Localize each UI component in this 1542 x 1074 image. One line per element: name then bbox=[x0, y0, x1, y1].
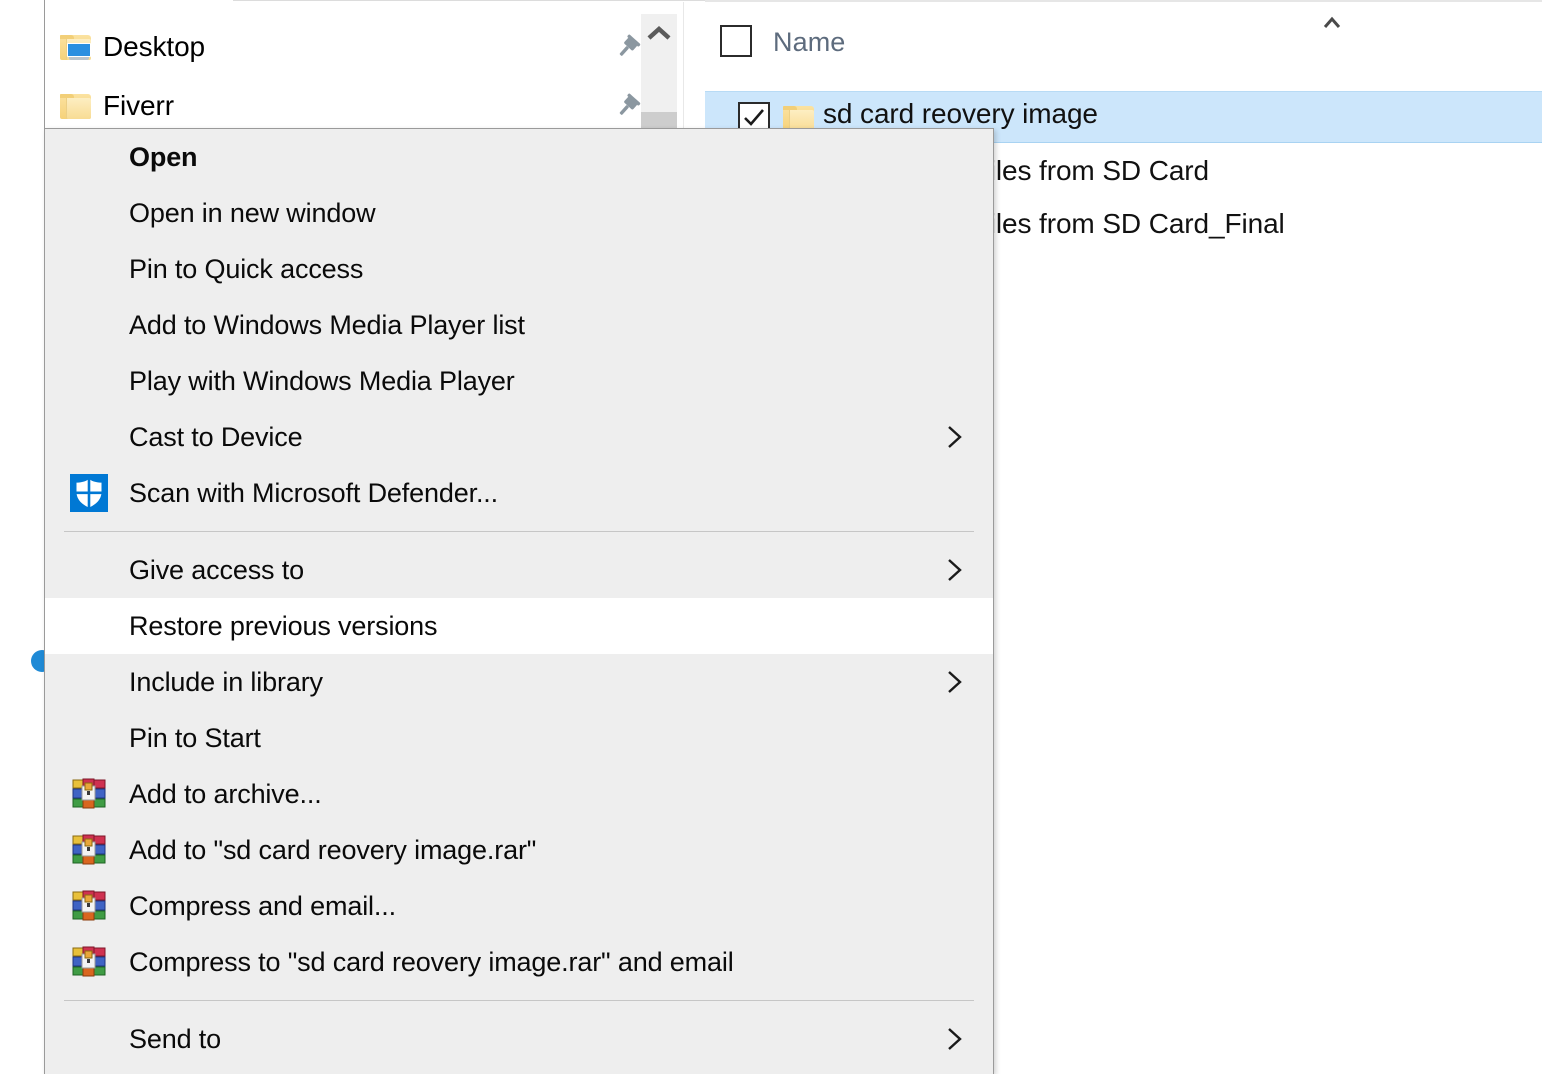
menu-item-label: Add to "sd card reovery image.rar" bbox=[129, 834, 537, 865]
context-menu: Open Open in new window Pin to Quick acc… bbox=[44, 128, 994, 1074]
menu-separator bbox=[64, 1000, 974, 1001]
sort-ascending-icon bbox=[1315, 10, 1349, 34]
menu-item-play-with-windows-media-player[interactable]: Play with Windows Media Player bbox=[45, 353, 993, 409]
column-header-row: Name bbox=[705, 2, 1542, 65]
select-all-checkbox[interactable] bbox=[720, 25, 752, 57]
column-header-name[interactable]: Name bbox=[773, 27, 845, 58]
sidebar-item-desktop[interactable]: Desktop bbox=[0, 19, 690, 75]
menu-item-include-in-library[interactable]: Include in library bbox=[45, 654, 993, 710]
menu-item-label: Add to archive... bbox=[129, 778, 322, 809]
menu-item-label: Include in library bbox=[129, 666, 323, 697]
scrollbar-thumb[interactable] bbox=[641, 112, 677, 128]
menu-item-cast-to-device[interactable]: Cast to Device bbox=[45, 409, 993, 465]
menu-item-pin-to-start[interactable]: Pin to Start bbox=[45, 710, 993, 766]
sidebar-item-label: Fiverr bbox=[103, 90, 174, 121]
menu-separator bbox=[64, 531, 974, 532]
menu-item-label: Pin to Start bbox=[129, 722, 261, 753]
chevron-right-icon bbox=[939, 555, 969, 585]
menu-item-give-access-to[interactable]: Give access to bbox=[45, 542, 993, 598]
menu-item-send-to[interactable]: Send to bbox=[45, 1011, 993, 1067]
menu-item-label: Play with Windows Media Player bbox=[129, 365, 515, 396]
pane-divider bbox=[683, 2, 684, 130]
menu-item-add-to-named-archive[interactable]: Add to "sd card reovery image.rar" bbox=[45, 822, 993, 878]
winrar-icon bbox=[69, 886, 109, 926]
file-name-label: sd card reovery image bbox=[823, 98, 1098, 129]
chevron-right-icon bbox=[939, 667, 969, 697]
winrar-icon bbox=[69, 774, 109, 814]
menu-item-compress-and-email[interactable]: Compress and email... bbox=[45, 878, 993, 934]
sidebar-item-label: Desktop bbox=[103, 31, 206, 62]
menu-item-label: Scan with Microsoft Defender... bbox=[129, 477, 499, 508]
folder-icon bbox=[60, 91, 94, 121]
file-explorer-window: Desktop Fiverr Name sd card reovery imag… bbox=[0, 0, 1542, 1074]
pin-icon[interactable] bbox=[613, 32, 643, 62]
menu-item-scan-with-microsoft-defender[interactable]: Scan with Microsoft Defender... bbox=[45, 465, 993, 521]
menu-item-label: Cast to Device bbox=[129, 421, 303, 452]
microsoft-defender-shield-icon bbox=[69, 473, 109, 513]
chevron-up-icon bbox=[647, 25, 671, 40]
menu-item-restore-previous-versions[interactable]: Restore previous versions bbox=[45, 598, 993, 654]
menu-item-label: Compress and email... bbox=[129, 890, 396, 921]
menu-item-label: Open in new window bbox=[129, 197, 376, 228]
folder-icon bbox=[783, 103, 814, 131]
menu-item-label: Compress to "sd card reovery image.rar" … bbox=[129, 946, 734, 977]
desktop-folder-icon bbox=[60, 32, 94, 62]
menu-item-label: Send to bbox=[129, 1023, 222, 1054]
pin-icon[interactable] bbox=[613, 91, 643, 121]
menu-item-open[interactable]: Open bbox=[45, 129, 993, 185]
menu-item-label: Give access to bbox=[129, 554, 304, 585]
menu-item-add-to-archive[interactable]: Add to archive... bbox=[45, 766, 993, 822]
menu-item-pin-to-quick-access[interactable]: Pin to Quick access bbox=[45, 241, 993, 297]
chevron-right-icon bbox=[939, 1024, 969, 1054]
menu-item-label: Restore previous versions bbox=[129, 610, 438, 641]
scroll-up-button[interactable] bbox=[641, 14, 677, 54]
winrar-icon bbox=[69, 942, 109, 982]
chevron-right-icon bbox=[939, 422, 969, 452]
menu-item-open-in-new-window[interactable]: Open in new window bbox=[45, 185, 993, 241]
sidebar-item-fiverr[interactable]: Fiverr bbox=[0, 78, 690, 134]
menu-item-label: Pin to Quick access bbox=[129, 253, 364, 284]
winrar-icon bbox=[69, 830, 109, 870]
menu-item-add-to-windows-media-player-list[interactable]: Add to Windows Media Player list bbox=[45, 297, 993, 353]
menu-item-compress-to-named-archive-and-email[interactable]: Compress to "sd card reovery image.rar" … bbox=[45, 934, 993, 990]
menu-item-label: Open bbox=[129, 141, 198, 172]
menu-item-label: Add to Windows Media Player list bbox=[129, 309, 525, 340]
